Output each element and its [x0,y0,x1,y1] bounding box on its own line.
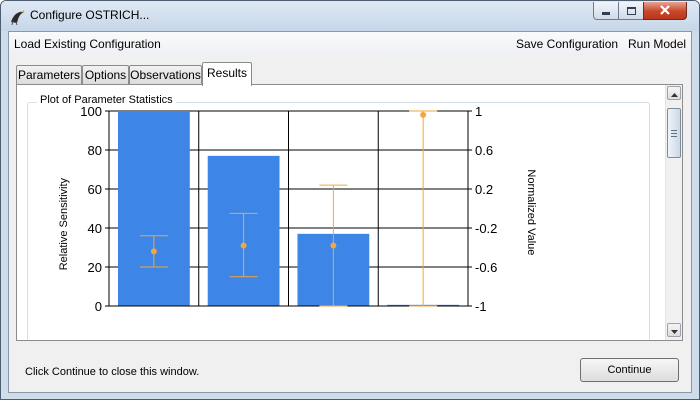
grip-line [671,136,677,137]
arrow-down-icon [670,321,678,339]
left-tick-label: 0 [95,299,102,314]
close-icon [659,2,671,20]
tab-options[interactable]: Options [82,65,129,84]
normalized-point [420,111,427,118]
right-tick-label: 0.6 [475,143,493,158]
menu-load-configuration[interactable]: Load Existing Configuration [14,37,161,51]
title-bar[interactable]: Configure OSTRICH... [1,1,699,31]
grip-line [671,133,677,134]
ostrich-app-icon [7,6,27,26]
configure-window: Configure OSTRICH... Load Existing Confi… [0,0,700,400]
menu-save-configuration[interactable]: Save Configuration [516,37,618,51]
right-tick-label: -0.2 [475,221,497,236]
maximize-icon [626,6,636,15]
right-tick-label: -0.6 [475,260,497,275]
left-tick-label: 20 [88,260,102,275]
right-tick-label: -1 [475,299,487,314]
scroll-thumb[interactable] [667,108,681,158]
right-tick-label: 0.2 [475,182,493,197]
status-text: Click Continue to close this window. [25,366,200,378]
vertical-scrollbar[interactable] [665,85,682,340]
tab-observations[interactable]: Observations [129,65,202,84]
parameter-statistics-chart: 0 20 40 60 80 100 -1 -0.6 -0.2 0.2 0.6 1 Relative Se… [58,104,537,314]
minimize-button[interactable] [593,2,619,20]
scroll-up-button[interactable] [667,86,681,100]
left-tick-label: 100 [80,104,102,119]
tab-results[interactable]: Results [202,62,252,86]
client-area: Load Existing Configuration Save Configu… [8,31,692,393]
left-tick-label: 80 [88,143,102,158]
minimize-icon [602,11,610,15]
close-button[interactable] [643,2,687,20]
left-tick-label: 40 [88,221,102,236]
arrow-up-icon [670,85,678,102]
maximize-button[interactable] [618,2,644,20]
results-panel: Plot of Parameter Statistics 0 20 40 60 80 10… [16,84,683,341]
menu-bar: Load Existing Configuration Save Configu… [9,32,691,56]
scroll-down-button[interactable] [667,323,681,337]
normalized-point [330,242,337,249]
right-tick-label: 1 [475,104,482,119]
left-axis-title: Relative Sensitivity [58,177,70,270]
normalized-point [150,248,157,255]
menu-run-model[interactable]: Run Model [628,37,686,51]
normalized-point [240,242,247,249]
continue-button[interactable]: Continue [580,358,679,382]
sensitivity-bar [117,111,190,306]
window-title: Configure OSTRICH... [30,8,150,22]
tab-parameters[interactable]: Parameters [16,65,82,84]
grip-line [671,130,677,131]
left-tick-label: 60 [88,182,102,197]
right-axis-title: Normalized Value [525,169,537,255]
